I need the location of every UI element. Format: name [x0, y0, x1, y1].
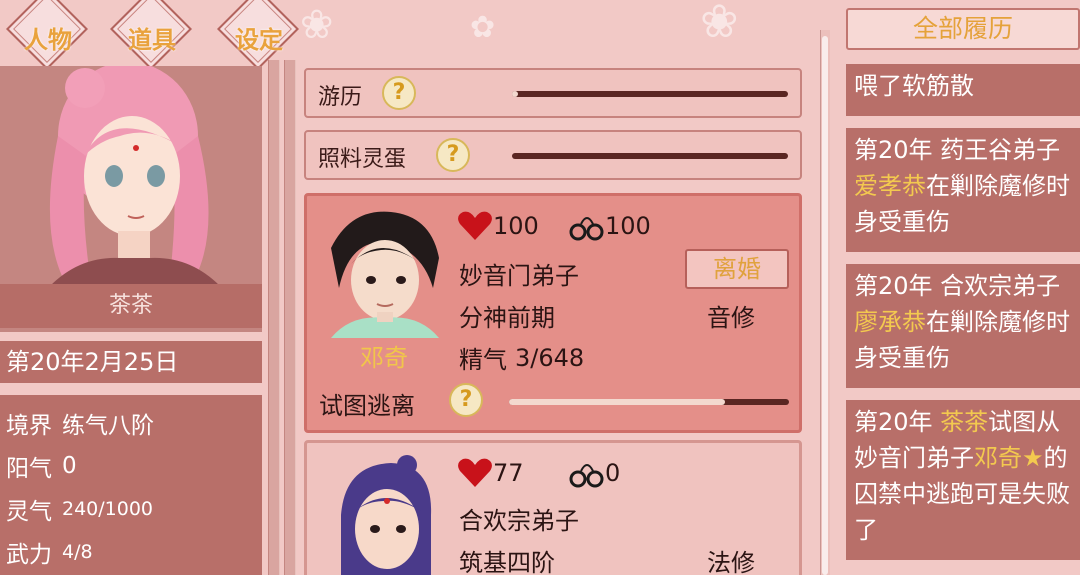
heart-icon: [458, 211, 492, 240]
stat-yang: 阳气 0: [6, 444, 262, 487]
progress-fill: [512, 91, 518, 97]
help-icon[interactable]: ?: [449, 383, 483, 417]
history-text: 第20年 药王谷弟子: [854, 136, 1061, 164]
history-title[interactable]: 全部履历: [846, 8, 1080, 50]
captive-portrait: [331, 211, 439, 338]
help-icon[interactable]: ?: [382, 76, 416, 110]
heart-icon: [458, 458, 492, 487]
protagonist-stats: 境界 练气八阶 阳气 0 灵气 240/1000 武力 4/8: [0, 395, 262, 575]
history-name-highlight: 邓奇★: [974, 444, 1044, 472]
stat-spirit: 灵气 240/1000: [6, 487, 262, 530]
restraint-value: 100: [605, 212, 651, 240]
protagonist-name: 茶茶: [0, 284, 262, 328]
scrollbar-thumb[interactable]: [822, 36, 828, 575]
handcuffs-icon: [569, 217, 604, 241]
tab-label: 道具: [128, 26, 176, 54]
captive-realm: 分神前期: [459, 304, 555, 332]
restraint-value: 0: [605, 459, 621, 487]
tab-items[interactable]: 道具: [109, 0, 194, 76]
stat-label: 武力: [6, 541, 52, 568]
history-text: 第20年 合欢宗弟子: [854, 272, 1061, 300]
affection-value: 100: [493, 212, 539, 240]
stat-force: 武力 4/8: [6, 530, 262, 573]
stat-value: 240/1000: [62, 497, 154, 520]
captive-sect: 合欢宗弟子: [459, 507, 579, 535]
history-entry: 第20年 药王谷弟子爱孝恭在剿除魔修时身受重伤: [846, 128, 1080, 252]
essence-stat: 精气 3/648: [459, 340, 584, 375]
tab-label: 人物: [24, 26, 72, 54]
progress-fill: [509, 399, 725, 405]
activity-egg-care[interactable]: 照料灵蛋 ?: [304, 130, 802, 180]
history-entry: 喂了软筋散: [846, 64, 1080, 116]
escape-progress-bar: [509, 399, 789, 405]
history-text: 喂了软筋散: [854, 72, 974, 100]
restraint-stat: 100: [569, 210, 651, 242]
captive-name: 邓奇: [360, 344, 408, 372]
activity-progress-bar: [512, 91, 788, 97]
divorce-button[interactable]: 离婚: [685, 249, 789, 289]
divider-rail: [268, 60, 280, 575]
help-icon[interactable]: ?: [436, 138, 470, 172]
history-name-highlight: 爱孝恭: [854, 172, 926, 200]
captive-portrait: [341, 455, 432, 575]
tab-label: 设定: [235, 26, 283, 54]
activity-label: 游历: [318, 85, 363, 110]
divider-rail: [284, 60, 296, 575]
affection-stat: 77: [457, 457, 524, 489]
stat-realm: 境界 练气八阶: [6, 401, 262, 444]
captive-card[interactable]: 77 0 合欢宗弟子 筑基四阶 法修: [304, 440, 802, 575]
protagonist-portrait: [49, 62, 220, 286]
tab-characters[interactable]: 人物: [5, 0, 90, 76]
essence-value: 3/648: [515, 343, 585, 372]
stat-label: 境界: [6, 412, 52, 439]
stat-value: 练气八阶: [62, 412, 154, 439]
captive-realm: 筑基四阶: [459, 549, 555, 575]
history-entry: 第20年 合欢宗弟子廖承恭在剿除魔修时身受重伤: [846, 264, 1080, 388]
history-text: 第20年: [854, 408, 941, 436]
history-name-highlight: 廖承恭: [854, 308, 926, 336]
stat-label: 灵气: [6, 498, 52, 525]
game-date: 第20年2月25日: [0, 341, 262, 383]
background-blossom: ❀: [300, 2, 334, 48]
captive-card[interactable]: 邓奇 100 100 妙音门弟子 离婚 分神前期 音修 精气 3/648 试图逃…: [304, 193, 802, 433]
essence-label: 精气: [459, 346, 507, 374]
captive-cultivation: 音修: [707, 304, 755, 332]
history-entry: 第20年 茶茶试图从妙音门弟子邓奇★的囚禁中逃跑可是失败了: [846, 400, 1080, 560]
affection-value: 77: [493, 459, 524, 487]
restraint-stat: 0: [569, 457, 620, 489]
escape-label: 试图逃离: [319, 392, 415, 420]
background-blossom: ✿: [470, 10, 496, 45]
background-blossom: ❀: [700, 0, 739, 48]
stat-value: 4/8: [62, 540, 93, 563]
handcuffs-icon: [569, 464, 604, 488]
history-name-highlight: 茶茶: [940, 408, 989, 436]
activity-travel[interactable]: 游历 ?: [304, 68, 802, 118]
activity-label: 照料灵蛋: [318, 147, 407, 172]
captive-sect: 妙音门弟子: [459, 262, 579, 290]
stat-label: 阳气: [6, 455, 52, 482]
affection-stat: 100: [457, 210, 539, 242]
stat-value: 0: [62, 452, 77, 479]
activity-progress-bar: [512, 153, 788, 159]
captive-cultivation: 法修: [707, 549, 755, 575]
